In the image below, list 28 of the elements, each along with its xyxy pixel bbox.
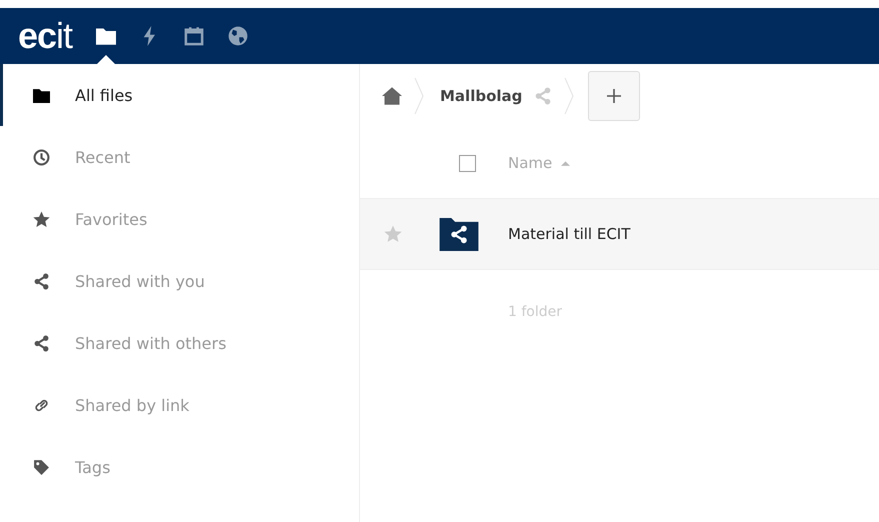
sidebar-item[interactable]: All files: [0, 64, 359, 126]
breadcrumb-separator-icon: [414, 76, 424, 116]
star-icon: [33, 210, 50, 228]
folder-icon: [96, 26, 116, 46]
sidebar-item[interactable]: Shared with others: [0, 312, 359, 374]
breadcrumb-item[interactable]: Mallbolag: [440, 87, 522, 105]
home-icon[interactable]: [382, 86, 402, 106]
calendar-icon: [184, 26, 204, 46]
clock-icon: [33, 148, 50, 166]
plus-icon: [606, 88, 622, 104]
tag-icon: [33, 458, 50, 476]
file-name[interactable]: Material till ECIT: [508, 225, 630, 243]
sidebar-item[interactable]: Tags: [0, 436, 359, 498]
folder-icon: [33, 86, 50, 104]
select-all-checkbox[interactable]: [459, 154, 476, 172]
share-icon: [33, 272, 50, 290]
star-icon[interactable]: [384, 225, 402, 243]
share-icon: [33, 334, 50, 352]
breadcrumb-separator-icon: [564, 76, 574, 116]
logo[interactable]: ecit: [18, 18, 72, 54]
column-header[interactable]: Name: [508, 154, 552, 172]
sidebar-item[interactable]: Recent: [0, 126, 359, 188]
file-row[interactable]: Material till ECIT: [360, 199, 879, 270]
sidebar-item[interactable]: Favorites: [0, 188, 359, 250]
sidebar-item[interactable]: Shared with you: [0, 250, 359, 312]
shared-folder-icon: [439, 218, 479, 250]
globe-icon: [228, 26, 248, 46]
sidebar-item[interactable]: Shared by link: [0, 374, 359, 436]
